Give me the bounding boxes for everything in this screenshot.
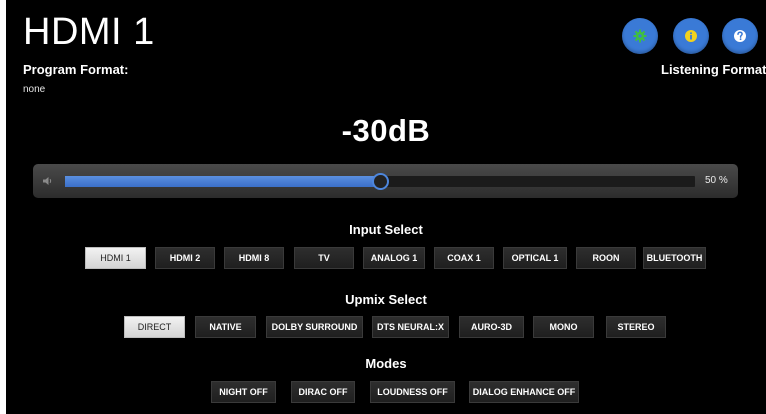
- upmix-button-native[interactable]: NATIVE: [195, 316, 256, 338]
- modes-title: Modes: [365, 356, 407, 371]
- input-select-title: Input Select: [349, 222, 423, 237]
- upmix-button-dolby-surround[interactable]: DOLBY SURROUND: [266, 316, 363, 338]
- upmix-button-direct[interactable]: DIRECT: [124, 316, 185, 338]
- volume-slider-thumb[interactable]: [372, 173, 389, 190]
- main-screen: HDMI 1 Program Format: none Listening Fo…: [6, 0, 766, 414]
- program-format-label: Program Format:: [23, 62, 129, 77]
- gear-icon: [633, 29, 647, 43]
- input-select-buttons: HDMI 1 HDMI 2 HDMI 8 TV ANALOG 1 COAX 1 …: [6, 247, 766, 269]
- volume-readout: -30dB: [341, 113, 431, 148]
- mode-button-night[interactable]: NIGHT OFF: [211, 381, 276, 403]
- program-format-value: none: [23, 84, 46, 95]
- upmix-select-buttons: DIRECT NATIVE DOLBY SURROUND DTS NEURAL:…: [6, 316, 766, 338]
- speaker-icon[interactable]: [42, 175, 54, 187]
- upmix-button-mono[interactable]: MONO: [533, 316, 594, 338]
- input-button-roon[interactable]: ROON: [576, 247, 636, 269]
- modes-buttons: NIGHT OFF DIRAC OFF LOUDNESS OFF DIALOG …: [6, 381, 766, 403]
- upmix-select-title: Upmix Select: [345, 292, 427, 307]
- volume-slider-track[interactable]: [65, 173, 695, 190]
- input-button-coax-1[interactable]: COAX 1: [434, 247, 494, 269]
- input-button-hdmi-1[interactable]: HDMI 1: [85, 247, 146, 269]
- input-button-hdmi-2[interactable]: HDMI 2: [155, 247, 215, 269]
- info-button[interactable]: [673, 18, 709, 54]
- input-button-optical-1[interactable]: OPTICAL 1: [503, 247, 567, 269]
- volume-slider-fill: [65, 176, 380, 187]
- volume-slider-panel: 50 %: [33, 164, 738, 198]
- upmix-button-auro-3d[interactable]: AURO-3D: [459, 316, 524, 338]
- listening-format-label: Listening Format:: [661, 62, 766, 77]
- input-button-analog-1[interactable]: ANALOG 1: [363, 247, 425, 269]
- settings-button[interactable]: [622, 18, 658, 54]
- mode-button-loudness[interactable]: LOUDNESS OFF: [370, 381, 455, 403]
- upmix-button-stereo[interactable]: STEREO: [606, 316, 666, 338]
- mode-button-dialog-enhance[interactable]: DIALOG ENHANCE OFF: [469, 381, 579, 403]
- mode-button-dirac[interactable]: DIRAC OFF: [291, 381, 355, 403]
- upmix-button-dts-neural-x[interactable]: DTS NEURAL:X: [372, 316, 449, 338]
- help-button[interactable]: [722, 18, 758, 54]
- volume-percent-label: 50 %: [705, 175, 728, 186]
- input-button-hdmi-8[interactable]: HDMI 8: [224, 247, 284, 269]
- info-icon: [685, 30, 697, 42]
- question-icon: [734, 30, 746, 42]
- input-button-bluetooth[interactable]: BLUETOOTH: [643, 247, 706, 269]
- source-title: HDMI 1: [23, 11, 155, 53]
- input-button-tv[interactable]: TV: [294, 247, 354, 269]
